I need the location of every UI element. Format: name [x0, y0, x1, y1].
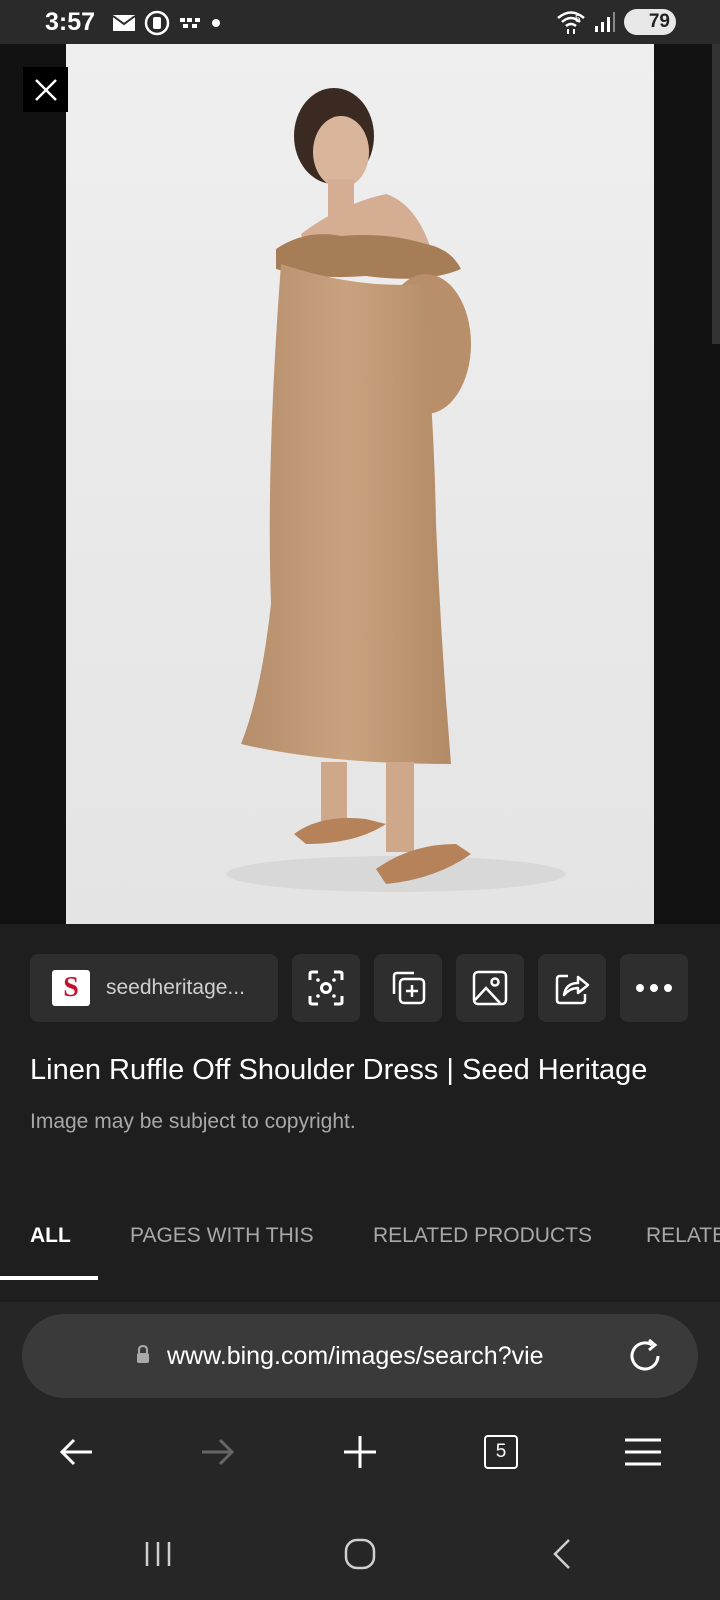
- address-bar[interactable]: www.bing.com/images/search?vie: [22, 1314, 698, 1398]
- tab-all[interactable]: ALL: [30, 1224, 71, 1248]
- menu-button[interactable]: [621, 1430, 665, 1474]
- browser-nav-row: 5: [0, 1420, 720, 1486]
- mail-icon: [112, 15, 136, 31]
- tab-related[interactable]: RELATE: [646, 1224, 720, 1248]
- source-logo: S: [52, 970, 90, 1006]
- signal-icon: [595, 12, 615, 32]
- arrow-right-icon: [202, 1438, 235, 1466]
- add-to-collection-button[interactable]: [374, 954, 442, 1022]
- image-details-button[interactable]: [456, 954, 524, 1022]
- visual-search-button[interactable]: [292, 954, 360, 1022]
- hamburger-menu-icon: [625, 1438, 661, 1466]
- tabs-button[interactable]: 5: [479, 1430, 523, 1474]
- dots-icon: [180, 18, 200, 28]
- reload-icon[interactable]: [625, 1336, 665, 1376]
- network-type-label: 5: [575, 14, 581, 25]
- notification-dot-icon: [212, 19, 220, 27]
- image-viewer: [0, 44, 720, 924]
- collection-add-icon: [392, 971, 426, 1005]
- url-text[interactable]: www.bing.com/images/search?vie: [167, 1342, 587, 1371]
- back-button[interactable]: [54, 1430, 98, 1474]
- media-icon: [144, 10, 170, 36]
- recent-apps-button[interactable]: [136, 1532, 180, 1576]
- chevron-left-icon: [553, 1539, 570, 1569]
- battery-level: 79: [648, 11, 670, 32]
- close-button[interactable]: [23, 67, 68, 112]
- status-bar: 3:57 5 79: [0, 0, 720, 44]
- scrollbar[interactable]: [712, 44, 720, 344]
- copyright-note: Image may be subject to copyright.: [30, 1110, 356, 1133]
- active-tab-indicator: [0, 1276, 98, 1280]
- source-domain: seedheritage...: [106, 976, 245, 999]
- result-tabs: ALL PAGES WITH THIS RELATED PRODUCTS REL…: [0, 1200, 720, 1280]
- image-actions: S seedheritage...: [30, 954, 688, 1022]
- lock-icon: [137, 1344, 149, 1363]
- status-icons-left: [112, 10, 222, 36]
- tab-pages-with-this[interactable]: PAGES WITH THIS: [130, 1224, 314, 1248]
- battery-indicator: 79: [624, 9, 676, 35]
- visual-search-icon: [308, 970, 344, 1006]
- system-navigation: [0, 1504, 720, 1600]
- system-back-button[interactable]: [540, 1532, 584, 1576]
- share-button[interactable]: [538, 954, 606, 1022]
- status-icons-right: 5 79: [556, 8, 676, 36]
- home-button[interactable]: [338, 1532, 382, 1576]
- more-options-button[interactable]: [620, 954, 688, 1022]
- image-icon: [472, 970, 508, 1006]
- status-time: 3:57: [45, 8, 96, 36]
- wifi-icon: 5: [557, 11, 585, 34]
- result-title[interactable]: Linen Ruffle Off Shoulder Dress | Seed H…: [30, 1054, 647, 1087]
- close-icon: [34, 78, 57, 101]
- browser-toolbar: www.bing.com/images/search?vie 5: [0, 1302, 720, 1532]
- product-photo[interactable]: [66, 44, 654, 924]
- share-icon: [555, 974, 590, 1005]
- dress-illustration: [66, 44, 654, 924]
- plus-icon: [344, 1436, 376, 1468]
- more-icon: [636, 984, 672, 992]
- home-icon: [344, 1538, 376, 1570]
- arrow-left-icon: [59, 1438, 92, 1466]
- source-link-button[interactable]: S seedheritage...: [30, 954, 278, 1022]
- recent-apps-icon: [145, 1542, 171, 1566]
- tab-count: 5: [484, 1435, 518, 1469]
- new-tab-button[interactable]: [338, 1430, 382, 1474]
- forward-button[interactable]: [196, 1430, 240, 1474]
- tab-related-products[interactable]: RELATED PRODUCTS: [373, 1224, 592, 1248]
